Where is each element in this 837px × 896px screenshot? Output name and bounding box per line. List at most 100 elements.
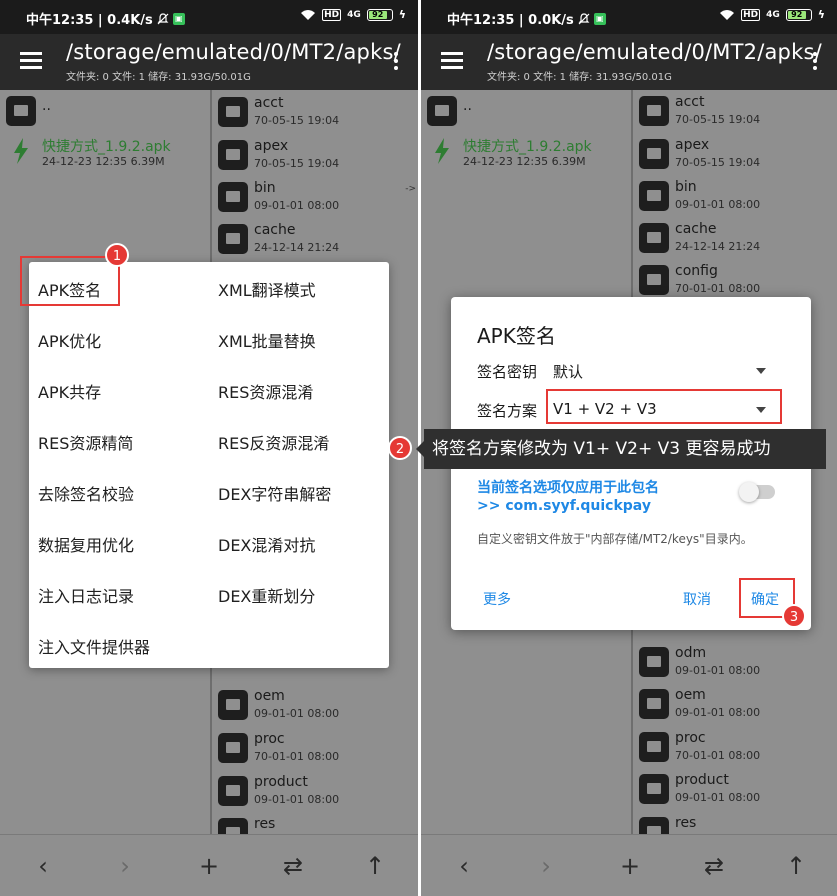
folder-item[interactable]: oem 09-01-01 08:00 <box>639 687 837 729</box>
bell-off-icon <box>157 12 169 24</box>
more-options-icon[interactable] <box>813 52 817 73</box>
folder-item[interactable]: proc 70-01-01 08:00 <box>639 730 837 772</box>
signing-key-select[interactable]: 默认 <box>553 361 583 382</box>
folder-item[interactable]: proc 70-01-01 08:00 <box>218 731 418 773</box>
dialog-title: APK签名 <box>477 324 556 348</box>
folder-icon <box>639 96 669 126</box>
forward-icon[interactable]: › <box>110 851 140 881</box>
folder-icon <box>639 817 669 834</box>
menu-item-xml-translate[interactable]: XML翻译模式 <box>218 277 316 301</box>
folder-icon <box>218 818 248 834</box>
menu-item-remove-sign-check[interactable]: 去除签名校验 <box>38 481 134 505</box>
apk-file-meta: 24-12-23 12:35 6.39M <box>463 155 586 168</box>
status-left: 中午12:35 | 0.0K/s ▣ <box>447 9 606 28</box>
lightning-icon <box>435 138 449 164</box>
symlink-arrow: -> <box>405 184 416 194</box>
back-icon[interactable]: ‹ <box>28 851 58 881</box>
folder-item[interactable]: apex 70-05-15 19:04 <box>639 137 837 179</box>
folder-icon <box>218 182 248 212</box>
apk-file-name: 快捷方式_1.9.2.apk <box>463 139 592 155</box>
hamburger-menu-icon[interactable] <box>441 52 463 70</box>
signing-scheme-label: 签名方案 <box>477 402 538 420</box>
left-screenshot: 中午12:35 | 0.4K/s ▣ HD 4G 92 ϟ /storage/e… <box>0 0 418 896</box>
charging-icon: ϟ <box>817 8 825 21</box>
signal-4g-icon: 4G <box>347 9 361 20</box>
menu-item-data-reuse[interactable]: 数据复用优化 <box>38 532 134 556</box>
menu-item-dex-string-decrypt[interactable]: DEX字符串解密 <box>218 481 331 505</box>
add-icon[interactable]: + <box>194 851 224 881</box>
folder-item[interactable]: odm 09-01-01 08:00 <box>639 645 837 687</box>
folder-icon <box>639 689 669 719</box>
menu-item-apk-coexist[interactable]: APK共存 <box>38 379 101 403</box>
hamburger-menu-icon[interactable] <box>20 52 42 70</box>
menu-item-res-obfuscate[interactable]: RES资源混淆 <box>218 379 313 403</box>
folder-icon <box>639 647 669 677</box>
step-badge-1: 1 <box>105 243 129 267</box>
folder-item[interactable]: cache 24-12-14 21:24 <box>218 222 418 264</box>
menu-item-inject-log[interactable]: 注入日志记录 <box>38 583 134 607</box>
folder-icon <box>639 774 669 804</box>
highlight-apk-sign <box>20 256 120 306</box>
menu-item-res-shrink[interactable]: RES资源精简 <box>38 430 133 454</box>
apk-file-name: 快捷方式_1.9.2.apk <box>42 139 171 155</box>
wifi-icon <box>301 9 316 20</box>
app-notification-icon: ▣ <box>593 12 606 25</box>
folder-icon <box>639 181 669 211</box>
folder-item[interactable]: res <box>218 816 418 834</box>
top-toolbar: /storage/emulated/0/MT2/apks/ 文件夹: 0 文件:… <box>421 34 837 90</box>
add-icon[interactable]: + <box>615 851 645 881</box>
status-bar: 中午12:35 | 0.4K/s ▣ HD 4G 92 ϟ <box>0 0 418 34</box>
bottom-navigation: ‹ › + ⇄ ↑ <box>421 834 837 896</box>
folder-icon <box>639 732 669 762</box>
status-left: 中午12:35 | 0.4K/s ▣ <box>26 9 185 28</box>
folder-icon <box>218 776 248 806</box>
folder-item[interactable]: product 09-01-01 08:00 <box>218 774 418 816</box>
folder-icon <box>218 690 248 720</box>
highlight-scheme <box>546 389 782 424</box>
battery-icon: 92 <box>785 8 812 21</box>
go-up-icon[interactable]: ↑ <box>781 851 811 881</box>
folder-icon <box>218 224 248 254</box>
package-name-link[interactable]: >> com.syyf.quickpay <box>477 498 651 514</box>
folder-item[interactable]: oem 09-01-01 08:00 <box>218 688 418 730</box>
more-options-icon[interactable] <box>394 52 398 73</box>
top-toolbar: /storage/emulated/0/MT2/apks/ 文件夹: 0 文件:… <box>0 34 418 90</box>
apk-file-meta: 24-12-23 12:35 6.39M <box>42 155 165 168</box>
app-notification-icon: ▣ <box>172 12 185 25</box>
cancel-button[interactable]: 取消 <box>683 589 711 609</box>
folder-item[interactable]: product 09-01-01 08:00 <box>639 772 837 814</box>
folder-item[interactable]: bin 09-01-01 08:00 <box>218 180 418 222</box>
folder-icon <box>218 97 248 127</box>
menu-item-inject-file-provider[interactable]: 注入文件提供器 <box>38 634 150 658</box>
hd-icon: HD <box>322 8 342 21</box>
menu-item-apk-optimize[interactable]: APK优化 <box>38 328 101 352</box>
forward-icon[interactable]: › <box>531 851 561 881</box>
chevron-down-icon[interactable] <box>756 368 766 374</box>
menu-item-dex-anti-obfuscate[interactable]: DEX混淆对抗 <box>218 532 315 556</box>
back-icon[interactable]: ‹ <box>449 851 479 881</box>
folder-item[interactable]: acct 70-05-15 19:04 <box>639 94 837 136</box>
package-only-link[interactable]: 当前签名选项仅应用于此包名 <box>477 477 659 497</box>
bell-off-icon <box>578 12 590 24</box>
status-bar: 中午12:35 | 0.0K/s ▣ HD 4G 92 ϟ <box>421 0 837 34</box>
status-right: HD 4G 92 ϟ <box>300 8 406 21</box>
folder-item[interactable]: bin 09-01-01 08:00 <box>639 179 837 221</box>
charging-icon: ϟ <box>398 8 406 21</box>
more-button[interactable]: 更多 <box>483 589 511 609</box>
menu-item-xml-replace[interactable]: XML批量替换 <box>218 328 316 352</box>
menu-item-res-deobfuscate[interactable]: RES反资源混淆 <box>218 430 329 454</box>
swap-panes-icon[interactable]: ⇄ <box>699 851 729 881</box>
folder-item[interactable]: cache 24-12-14 21:24 <box>639 221 837 263</box>
go-up-icon[interactable]: ↑ <box>360 851 390 881</box>
step-badge-2: 2 <box>388 436 412 460</box>
folder-item[interactable]: acct 70-05-15 19:04 <box>218 95 418 137</box>
menu-item-dex-redivide[interactable]: DEX重新划分 <box>218 583 315 607</box>
folder-item[interactable]: apex 70-05-15 19:04 <box>218 138 418 180</box>
folder-item[interactable]: res <box>639 815 837 834</box>
swap-panes-icon[interactable]: ⇄ <box>278 851 308 881</box>
wifi-icon <box>720 9 735 20</box>
bottom-navigation: ‹ › + ⇄ ↑ <box>0 834 418 896</box>
package-only-toggle[interactable] <box>739 482 775 502</box>
current-path: /storage/emulated/0/MT2/apks/ <box>487 40 822 64</box>
battery-icon: 92 <box>366 8 393 21</box>
